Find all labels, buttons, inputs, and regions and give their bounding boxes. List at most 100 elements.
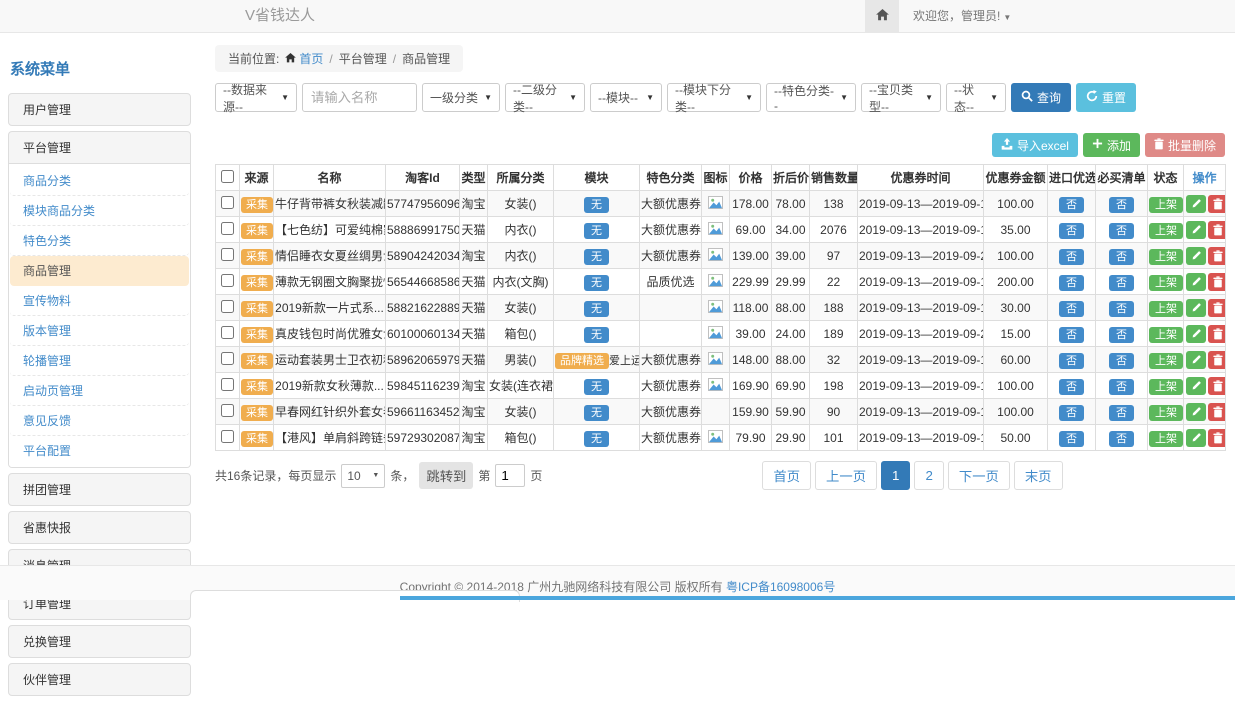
page-button-0[interactable]: 首页 (762, 461, 811, 490)
edit-button[interactable] (1186, 195, 1206, 213)
sidebar-item-1-6[interactable]: 轮播管理 (10, 346, 189, 376)
import-select-toggle[interactable]: 否 (1059, 327, 1084, 343)
row-checkbox[interactable] (221, 248, 234, 261)
search-button[interactable]: 查询 (1011, 83, 1071, 112)
must-buy-toggle[interactable]: 否 (1109, 249, 1134, 265)
sidebar-section-1[interactable]: 平台管理 (9, 132, 190, 163)
edit-button[interactable] (1186, 403, 1206, 421)
edit-button[interactable] (1186, 221, 1206, 239)
sidebar-item-1-9[interactable]: 平台配置 (10, 436, 189, 465)
page-button-5[interactable]: 末页 (1014, 461, 1063, 490)
jump-page-input[interactable] (495, 464, 525, 487)
edit-button[interactable] (1186, 325, 1206, 343)
sidebar-item-1-7[interactable]: 启动页管理 (10, 376, 189, 406)
row-checkbox[interactable] (221, 430, 234, 443)
sidebar-section-7[interactable]: 伙伴管理 (9, 664, 190, 695)
level1-category-select[interactable]: 一级分类▼ (422, 83, 500, 112)
page-button-1[interactable]: 上一页 (815, 461, 877, 490)
import-select-toggle[interactable]: 否 (1059, 405, 1084, 421)
select-all-checkbox[interactable] (221, 170, 234, 183)
sidebar-section-2[interactable]: 拼团管理 (9, 474, 190, 505)
import-select-toggle[interactable]: 否 (1059, 197, 1084, 213)
page-size-select[interactable]: 10 ▼ (341, 464, 385, 488)
status-badge[interactable]: 上架 (1149, 327, 1183, 343)
batch-delete-button[interactable]: 批量删除 (1145, 133, 1225, 157)
import-select-toggle[interactable]: 否 (1059, 431, 1084, 447)
reset-button[interactable]: 重置 (1076, 83, 1136, 112)
must-buy-toggle[interactable]: 否 (1109, 197, 1134, 213)
breadcrumb-page[interactable]: 商品管理 (402, 50, 450, 67)
row-checkbox[interactable] (221, 378, 234, 391)
must-buy-toggle[interactable]: 否 (1109, 223, 1134, 239)
row-checkbox[interactable] (221, 222, 234, 235)
status-badge[interactable]: 上架 (1149, 405, 1183, 421)
edit-button[interactable] (1186, 273, 1206, 291)
delete-button[interactable] (1208, 195, 1226, 213)
edit-button[interactable] (1186, 351, 1206, 369)
sidebar-item-1-8[interactable]: 意见反馈 (10, 406, 189, 436)
row-checkbox[interactable] (221, 300, 234, 313)
delete-button[interactable] (1208, 221, 1226, 239)
import-select-toggle[interactable]: 否 (1059, 301, 1084, 317)
row-checkbox[interactable] (221, 404, 234, 417)
status-badge[interactable]: 上架 (1149, 197, 1183, 213)
must-buy-toggle[interactable]: 否 (1109, 405, 1134, 421)
add-button[interactable]: 添加 (1083, 133, 1140, 157)
must-buy-toggle[interactable]: 否 (1109, 353, 1134, 369)
feature-category-select[interactable]: --特色分类--▼ (766, 83, 856, 112)
sidebar-section-6[interactable]: 兑换管理 (9, 626, 190, 657)
edit-button[interactable] (1186, 377, 1206, 395)
row-checkbox[interactable] (221, 196, 234, 209)
status-badge[interactable]: 上架 (1149, 431, 1183, 447)
sidebar-item-1-5[interactable]: 版本管理 (10, 316, 189, 346)
sidebar-section-3[interactable]: 省惠快报 (9, 512, 190, 543)
delete-button[interactable] (1208, 273, 1226, 291)
delete-button[interactable] (1208, 325, 1226, 343)
row-checkbox[interactable] (221, 352, 234, 365)
status-select[interactable]: --状态--▼ (946, 83, 1006, 112)
page-button-4[interactable]: 下一页 (948, 461, 1010, 490)
jump-button[interactable]: 跳转到 (419, 462, 473, 489)
breadcrumb-home-link[interactable]: 首页 (299, 50, 323, 67)
import-select-toggle[interactable]: 否 (1059, 379, 1084, 395)
status-badge[interactable]: 上架 (1149, 301, 1183, 317)
data-source-select[interactable]: --数据来源--▼ (215, 83, 297, 112)
icp-link[interactable]: 粤ICP备16098006号 (726, 580, 835, 594)
status-badge[interactable]: 上架 (1149, 249, 1183, 265)
delete-button[interactable] (1208, 403, 1226, 421)
import-select-toggle[interactable]: 否 (1059, 275, 1084, 291)
edit-button[interactable] (1186, 429, 1206, 447)
sidebar-item-1-0[interactable]: 商品分类 (10, 166, 189, 196)
level2-category-select[interactable]: --二级分类--▼ (505, 83, 585, 112)
import-select-toggle[interactable]: 否 (1059, 223, 1084, 239)
delete-button[interactable] (1208, 377, 1226, 395)
status-badge[interactable]: 上架 (1149, 223, 1183, 239)
module-select[interactable]: --模块--▼ (590, 83, 662, 112)
delete-button[interactable] (1208, 247, 1226, 265)
sidebar-item-1-1[interactable]: 模块商品分类 (10, 196, 189, 226)
status-badge[interactable]: 上架 (1149, 353, 1183, 369)
sidebar-item-1-3[interactable]: 商品管理 (10, 256, 189, 286)
must-buy-toggle[interactable]: 否 (1109, 275, 1134, 291)
breadcrumb-section[interactable]: 平台管理 (339, 50, 387, 67)
edit-button[interactable] (1186, 247, 1206, 265)
row-checkbox[interactable] (221, 326, 234, 339)
delete-button[interactable] (1208, 351, 1226, 369)
must-buy-toggle[interactable]: 否 (1109, 301, 1134, 317)
delete-button[interactable] (1208, 299, 1226, 317)
name-search-input[interactable] (302, 83, 417, 112)
item-type-select[interactable]: --宝贝类型--▼ (861, 83, 941, 112)
sidebar-section-0[interactable]: 用户管理 (9, 94, 190, 125)
must-buy-toggle[interactable]: 否 (1109, 431, 1134, 447)
page-button-2[interactable]: 1 (881, 461, 910, 490)
must-buy-toggle[interactable]: 否 (1109, 379, 1134, 395)
import-select-toggle[interactable]: 否 (1059, 249, 1084, 265)
module-subcategory-select[interactable]: --模块下分类--▼ (667, 83, 761, 112)
user-menu[interactable]: 欢迎您，管理员!▼ (913, 0, 1011, 32)
page-button-3[interactable]: 2 (914, 461, 943, 490)
import-select-toggle[interactable]: 否 (1059, 353, 1084, 369)
import-excel-button[interactable]: 导入excel (992, 133, 1078, 157)
row-checkbox[interactable] (221, 274, 234, 287)
delete-button[interactable] (1208, 429, 1226, 447)
status-badge[interactable]: 上架 (1149, 275, 1183, 291)
